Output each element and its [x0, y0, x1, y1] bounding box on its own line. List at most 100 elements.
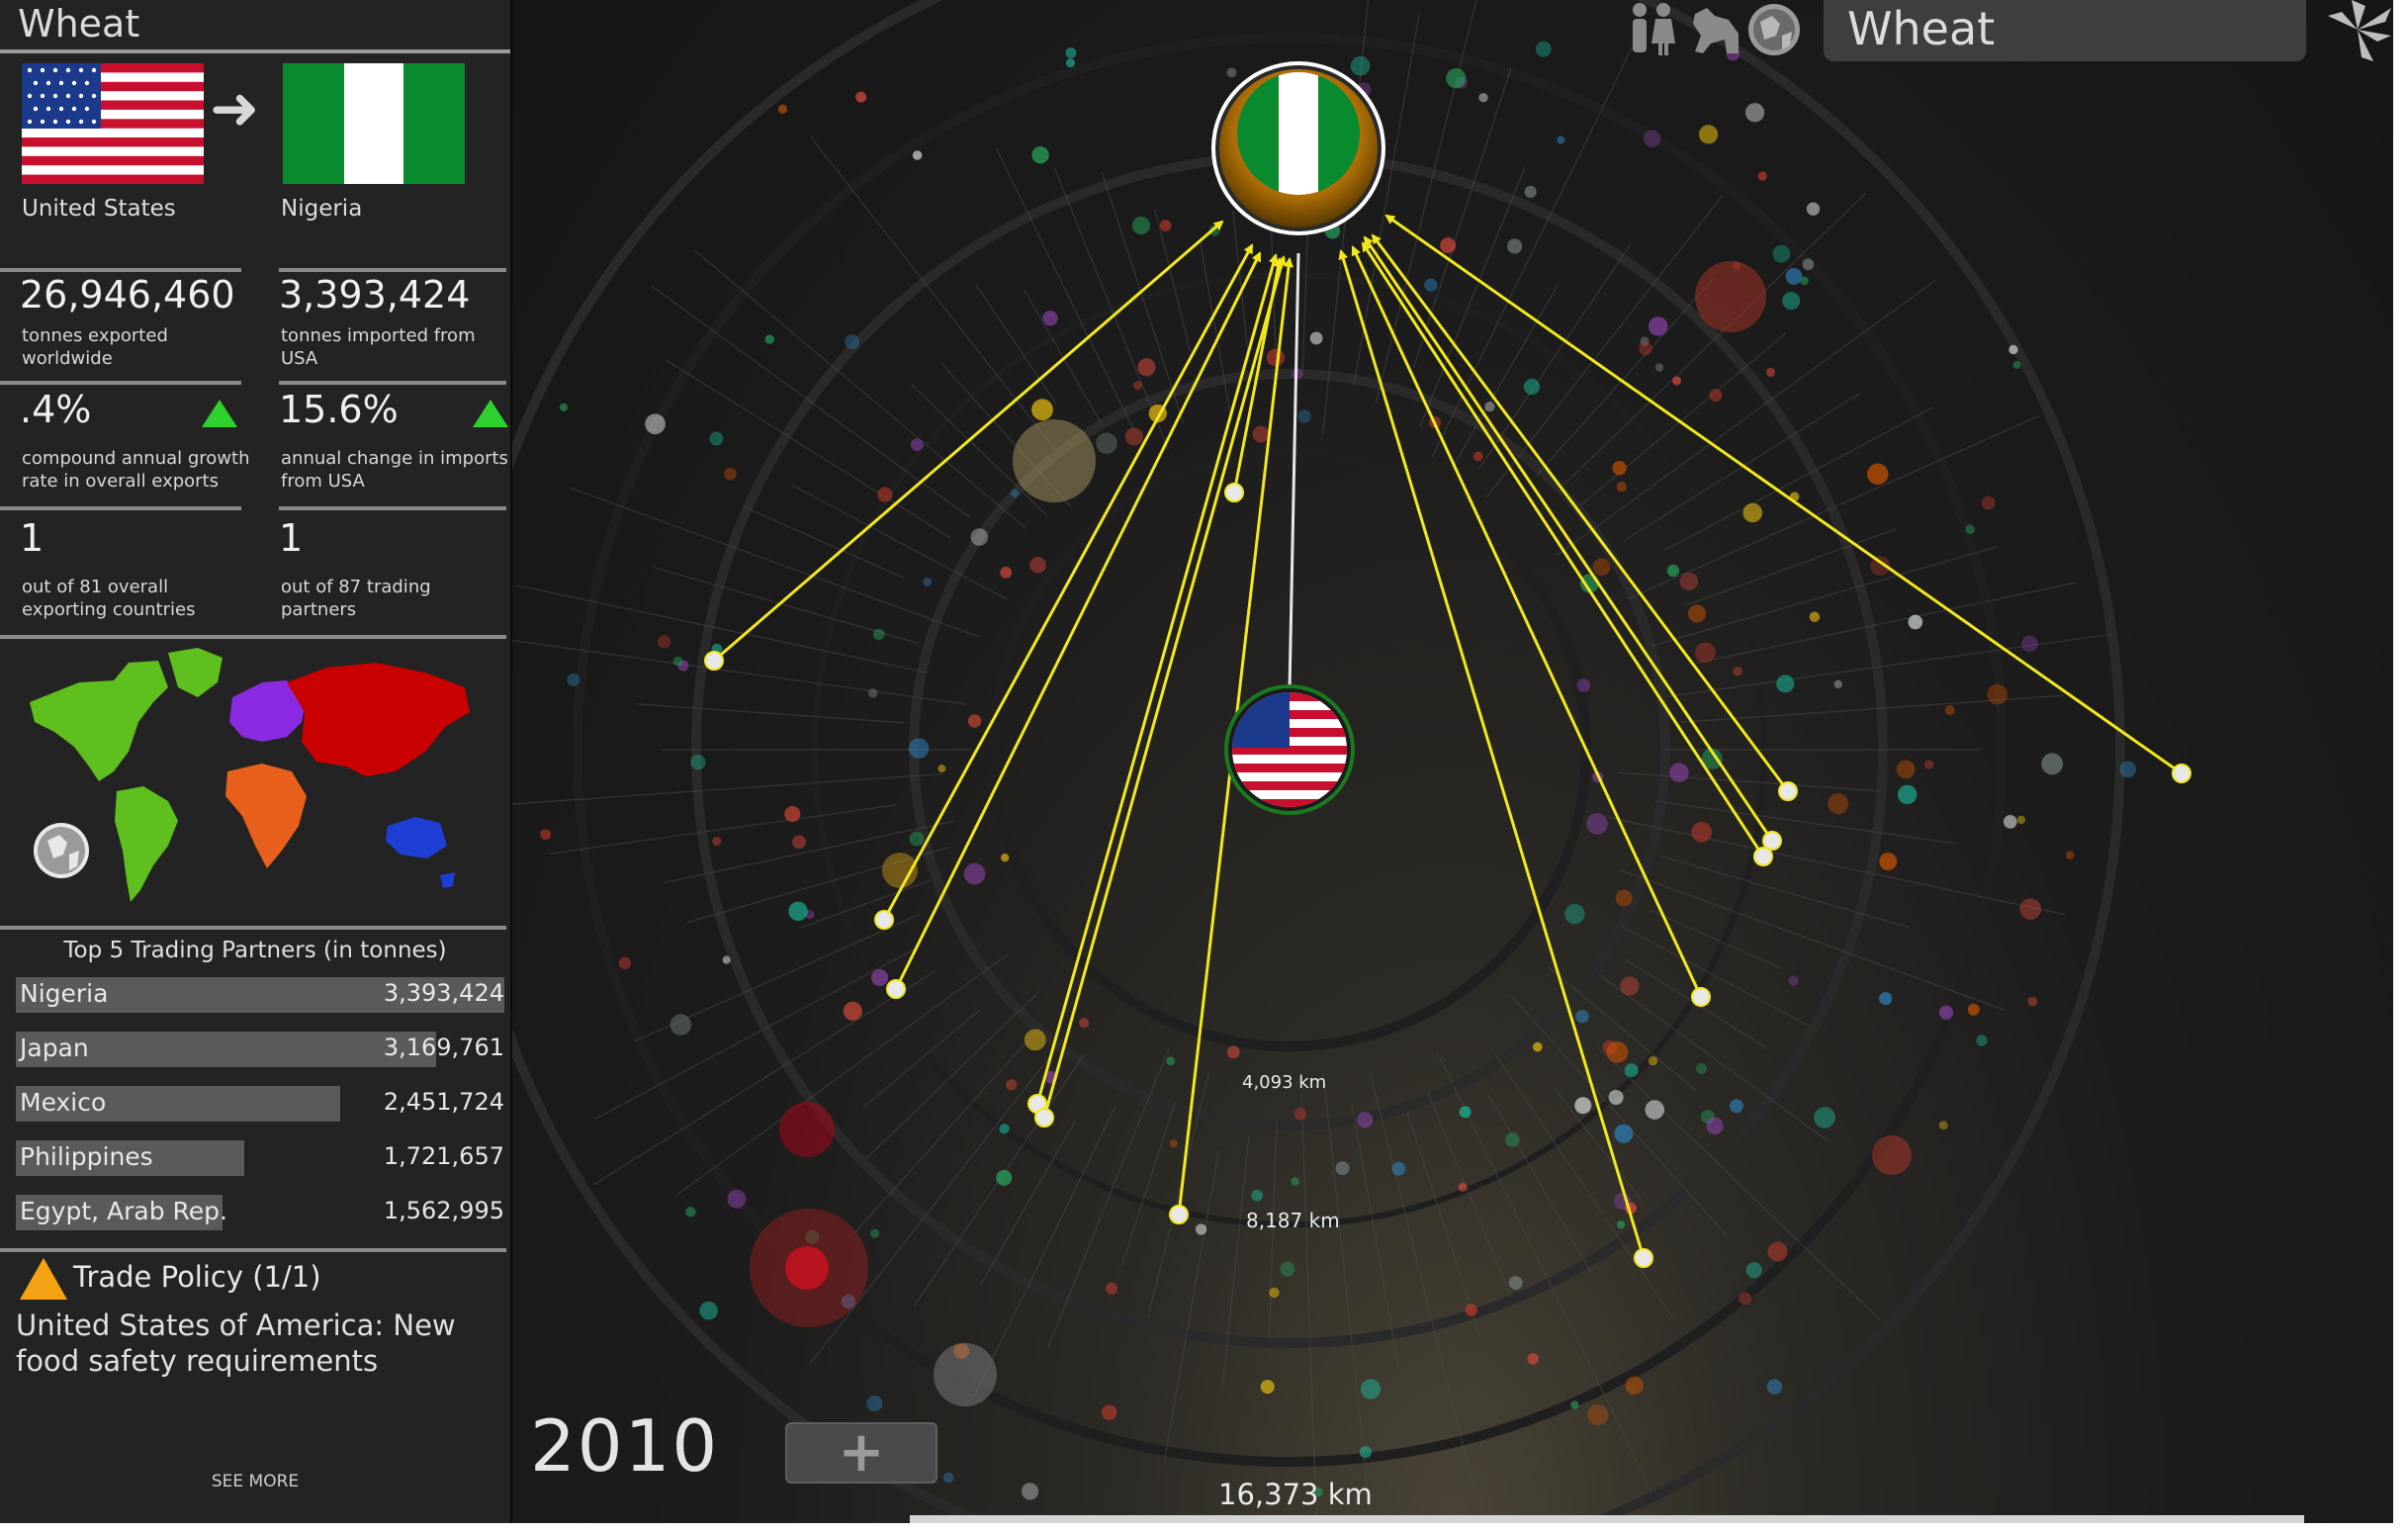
country-marker	[2065, 851, 2075, 859]
country-marker	[1698, 125, 1719, 144]
imported-from-usa-value: 3,393,424	[279, 273, 471, 316]
country-marker	[784, 805, 801, 823]
region-asia[interactable]	[287, 663, 470, 776]
country-marker	[1867, 463, 1889, 486]
country-marker	[1446, 68, 1467, 89]
animal-icon[interactable]	[1693, 8, 1739, 53]
country-marker	[2012, 360, 2021, 369]
country-marker	[1124, 427, 1144, 446]
search-value: Wheat	[1847, 2, 1996, 55]
country-marker	[1695, 261, 1766, 332]
country-marker	[712, 836, 722, 846]
country-marker	[872, 628, 885, 641]
country-marker	[1742, 502, 1763, 523]
spoke-line	[1232, 211, 1250, 362]
partner-country-marker	[1753, 847, 1773, 866]
country-marker	[779, 1102, 835, 1157]
country-marker	[1938, 1121, 1948, 1130]
spoke-line	[549, 804, 896, 855]
country-marker	[1645, 1100, 1665, 1120]
country-marker	[1013, 419, 1096, 502]
country-marker	[910, 438, 924, 451]
see-more-link[interactable]: SEE MORE	[0, 1472, 510, 1491]
partner-name: Mexico	[20, 1088, 107, 1117]
country-marker	[1524, 185, 1537, 199]
partner-value: 3,393,424	[383, 979, 504, 1007]
partner-row[interactable]: Egypt, Arab Rep. 1,562,995	[16, 1195, 504, 1232]
spoke-line	[570, 487, 979, 637]
top-partners-title: Top 5 Trading Partners (in tonnes)	[63, 938, 447, 963]
exporter-flag[interactable]	[22, 63, 204, 184]
country-marker	[1011, 489, 1020, 498]
trade-flow-line	[1351, 245, 1703, 998]
country-marker	[669, 1014, 692, 1036]
country-marker	[1828, 793, 1849, 815]
partner-name: Japan	[20, 1034, 89, 1062]
loading-spinner-icon	[2328, 0, 2391, 61]
globe-icon[interactable]	[34, 823, 89, 878]
region-north-america[interactable]	[30, 648, 223, 781]
country-marker	[1021, 1483, 1039, 1500]
world-region-map[interactable]	[20, 643, 485, 910]
nigeria-node[interactable]	[1211, 61, 1385, 235]
people-icon[interactable]	[1633, 3, 1675, 55]
country-marker	[1757, 171, 1767, 181]
spoke-line	[1154, 208, 1192, 352]
partner-row[interactable]: Mexico 2,451,724	[16, 1086, 504, 1124]
country-marker	[1616, 482, 1628, 493]
country-marker	[1802, 258, 1815, 271]
total-exported-value: 26,946,460	[20, 273, 235, 316]
trade-policy-title[interactable]: Trade Policy (1/1)	[73, 1260, 321, 1294]
distance-label-inner: 4,093 km	[1242, 1072, 1327, 1093]
export-rank-caption: out of 81 overall exporting countries	[22, 577, 196, 620]
country-marker	[2019, 898, 2042, 920]
country-marker	[1293, 1107, 1307, 1121]
country-marker	[1739, 1292, 1751, 1306]
country-marker	[1166, 1056, 1176, 1066]
spoke-line	[1650, 546, 1999, 647]
country-marker	[1575, 1009, 1589, 1024]
country-marker	[1695, 642, 1716, 664]
country-marker	[1006, 1079, 1018, 1091]
trade-flow-lines	[704, 214, 2191, 1268]
country-marker	[1424, 278, 1438, 292]
country-marker	[1782, 292, 1801, 311]
country-marker	[1169, 1139, 1178, 1148]
country-marker	[618, 956, 632, 970]
selected-trade-link	[1288, 252, 1300, 691]
country-marker	[1924, 760, 1934, 769]
country-marker	[1458, 1182, 1468, 1192]
add-button[interactable]: +	[785, 1422, 937, 1484]
country-marker	[2021, 635, 2038, 653]
importer-flag[interactable]	[283, 63, 465, 184]
spoke-line	[594, 948, 914, 1120]
country-marker	[1465, 1304, 1477, 1316]
country-marker	[996, 1169, 1013, 1186]
country-marker	[855, 91, 867, 103]
commodity-search-input[interactable]: Wheat	[1824, 0, 2306, 61]
region-africa[interactable]	[225, 764, 307, 868]
partner-row[interactable]: Nigeria 3,393,424	[16, 977, 504, 1015]
trade-network-canvas[interactable]	[512, 0, 2393, 1523]
country-marker	[1478, 93, 1488, 103]
country-marker	[1908, 614, 1923, 630]
horizontal-scrollbar[interactable]	[910, 1515, 2304, 1523]
country-marker	[1065, 58, 1076, 68]
country-marker	[1648, 1055, 1658, 1066]
country-marker	[1159, 220, 1172, 231]
country-marker	[1938, 1005, 1954, 1020]
partner-row[interactable]: Philippines 1,721,657	[16, 1140, 504, 1178]
spoke-line	[1666, 633, 2109, 697]
country-marker	[1643, 130, 1661, 147]
partner-row[interactable]: Japan 3,169,761	[16, 1032, 504, 1069]
usa-node[interactable]	[1224, 684, 1355, 815]
country-marker	[540, 829, 551, 841]
country-marker	[792, 835, 807, 850]
country-marker	[1965, 524, 1975, 534]
country-marker	[1625, 1376, 1644, 1396]
globe-icon[interactable]	[1748, 4, 1800, 55]
partner-country-marker	[1634, 1248, 1653, 1268]
region-oceania[interactable]	[386, 817, 455, 888]
region-south-america[interactable]	[115, 786, 178, 902]
country-marker	[685, 1207, 696, 1217]
